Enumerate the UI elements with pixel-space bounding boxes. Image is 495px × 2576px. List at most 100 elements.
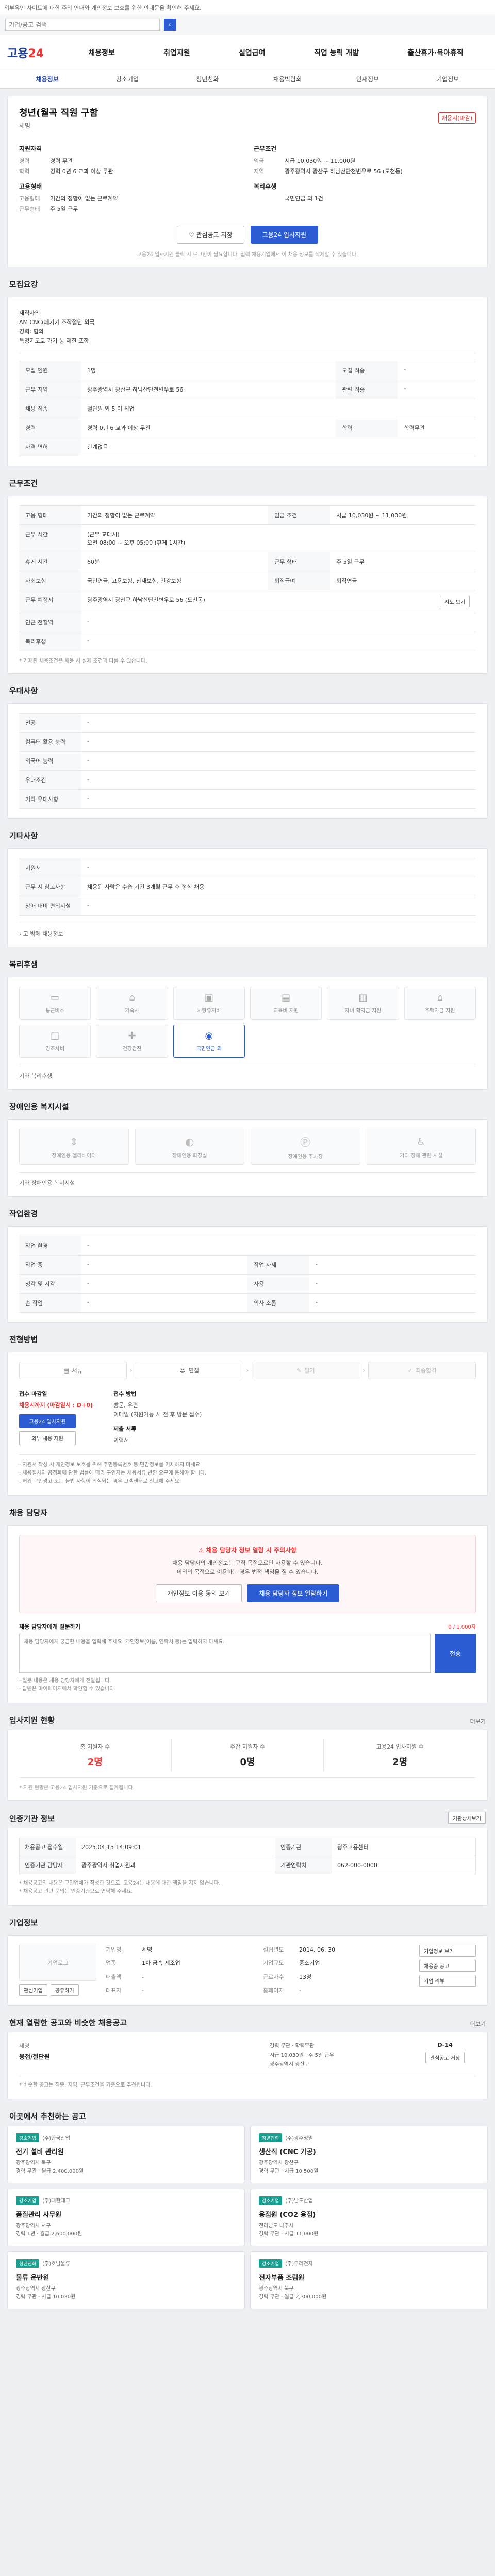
apply-external-button[interactable]: 외부 채용 지원 (19, 1431, 76, 1445)
table-key: 인증기관 (275, 1838, 332, 1856)
stat-weekly: 주간 지원자 수 0명 (171, 1739, 324, 1771)
privacy-agree-button[interactable]: 개인정보 이용 동의 보기 (155, 1584, 242, 1602)
agency-card: 채용공고 접수일 2025.04.15 14:09:01 인증기관 광주고용센터 인증… (7, 1828, 488, 1906)
arrow-right-icon: › (129, 1367, 133, 1374)
bestwork-card[interactable]: 강소기업 (주)한국산업 전기 설비 관리원 광주광역시 북구 경력 무관 · 월급… (7, 2126, 245, 2183)
welfare-label: 기숙사 (125, 1008, 139, 1014)
site-logo[interactable]: 고용24 (7, 44, 64, 61)
kv-key: 매출액 (106, 1973, 122, 1980)
apply-notes: · 지원서 작성 시 개인정보 보호를 위해 주민등록번호 등 민감정보를 기재… (19, 1454, 476, 1486)
scrap-button[interactable]: ♡ 관심공고 저장 (177, 226, 244, 244)
note-item: · 허위 구인광고 또는 불법 사항이 의심되는 경우 고객센터로 신고해 주세… (19, 1479, 182, 1484)
gnb-item-benefits[interactable]: 실업급여 (239, 47, 266, 58)
bw-meta: 광주광역시 서구 (16, 2223, 51, 2229)
notice-text: 외부유인 사이트에 대한 주의 안내와 개인정보 보호를 위한 안내문을 확인해… (4, 5, 202, 11)
summary-left: 지원자격 경력 경력 무관 학력 경력 0년 6 교과 이상 무관 고용형태 고용형… (19, 139, 241, 214)
summary-right: 근무조건 임금 시급 10,030원 ~ 11,000원 지역 광주광역시 광산구 … (254, 139, 476, 214)
section-title-workplace: 작업환경 (9, 1209, 38, 1218)
similar-company: 세명 (19, 2043, 30, 2049)
subnav-item-youth[interactable]: 청년친화 (168, 75, 248, 83)
subnav-item-jobs[interactable]: 채용정보 (7, 75, 87, 83)
gnb-item-leave[interactable]: 출산휴가·육아휴직 (407, 47, 463, 58)
etc-link[interactable]: › 고 밖에 채용정보 (19, 923, 476, 938)
apply-detail: 접수 마감일 채용시까지 (마감일시 : D+0) 고용24 입사지원 외부 채… (19, 1389, 476, 1445)
parking-icon: Ⓟ (300, 1136, 311, 1148)
apply-online-button[interactable]: 고용24 입사지원 (19, 1414, 76, 1428)
bw-meta: 광주광역시 광산구 (259, 2160, 299, 2166)
bestwork-card[interactable]: 청년친화 (주)광주정밀 생산직 (CNC 가공) 광주광역시 광산구 경력 무관 … (250, 2126, 488, 2183)
summary-heading-conditions: 근무조건 (254, 145, 277, 152)
subnav-item-company[interactable]: 기업정보 (408, 75, 488, 83)
table-value: 절단원 외 5 이 직업 (81, 399, 476, 418)
bestwork-card[interactable]: 청년친화 (주)호남물류 물류 운반원 광주광역시 광산구 경력 무관 · 시급 1… (7, 2251, 245, 2309)
facility-label: 장애인용 화장실 (172, 1153, 207, 1159)
subnav-item-fair[interactable]: 채용박람회 (248, 75, 327, 83)
bestwork-card[interactable]: 강소기업 (주)우리전자 전자부품 조립원 광주광역시 북구 경력 무관 · 월급 … (250, 2251, 488, 2309)
kv-key: 근로자수 (263, 1973, 284, 1980)
table-key: 인근 전철역 (19, 613, 81, 632)
subnav-item-talent[interactable]: 인재정보 (327, 75, 407, 83)
map-button[interactable]: 지도 보기 (440, 596, 470, 607)
table-row: 장애 대비 편의시설 - (19, 896, 476, 916)
table-value: - (81, 1274, 248, 1294)
agency-detail-button[interactable]: 기관상세보기 (448, 1812, 486, 1824)
job-title: 청년(월곡 직원 구함 (19, 108, 98, 118)
gnb-item-support[interactable]: 취업지원 (163, 47, 190, 58)
company-review-button[interactable]: 기업 리뷰 (419, 1975, 476, 1987)
school-icon: ▥ (358, 992, 368, 1003)
view-contact-button[interactable]: 채용 담당자 정보 열람하기 (247, 1584, 340, 1602)
search-button[interactable]: ⌕ (164, 18, 176, 31)
kv-key: 대표자 (106, 1987, 122, 1994)
section-title-apply: 전형방법 (9, 1335, 38, 1344)
bestwork-card[interactable]: 강소기업 (주)대한테크 품질관리 사무원 광주광역시 서구 경력 1년 · 월급 … (7, 2189, 245, 2246)
bw-org: (주)광주정밀 (285, 2136, 313, 2141)
similar-scrap-button[interactable]: 관심공고 저장 (425, 2052, 465, 2063)
note-item: · 답변은 마이페이지에서 확인할 수 있습니다. (19, 1686, 116, 1692)
pension-icon: ◉ (205, 1030, 213, 1041)
contact-alert-text: 채용 담당자 정보 열람 시 주의사항 (206, 1547, 297, 1554)
summary-heading-employment: 고용형태 (19, 183, 42, 190)
search-input[interactable] (5, 18, 160, 31)
kv-value: 시급 10,030원 ~ 11,000원 (285, 158, 356, 164)
similar-job[interactable]: 세명 용접/절단원 (19, 2042, 259, 2070)
workplace-card: 작업 환경 - 작업 중 - 작업 자세 - 청각 및 시각 - 사용 - 손 작업 - 의사 소… (7, 1226, 488, 1323)
company-name: 세명 (19, 122, 31, 129)
welfare-item: ✚ 건강검진 (96, 1025, 168, 1058)
pencil-icon: ✎ (296, 1367, 302, 1374)
follow-company-button[interactable]: 관심기업 (19, 1984, 47, 1996)
similar-more-link[interactable]: 더보기 (470, 2020, 486, 2028)
inquiry-textarea[interactable] (19, 1634, 431, 1673)
facility-label: 장애인용 엘리베이터 (52, 1153, 96, 1159)
gnb-item-jobs[interactable]: 채용정보 (88, 47, 115, 58)
company-jobs-button[interactable]: 채용중 공고 (419, 1960, 476, 1972)
disabled-card: ⇕ 장애인용 엘리베이터 ◐ 장애인용 화장실 Ⓟ 장애인용 주차장 ♿ 기타 장애 관… (7, 1119, 488, 1197)
bw-title: 품질관리 사무원 (16, 2211, 62, 2219)
section-title-preferences: 우대사항 (9, 686, 38, 696)
table-key: 전공 (19, 713, 81, 733)
kv-value: - (299, 1987, 301, 1994)
kv-value: 광주광역시 광산구 하남산단천변우로 56 (도천동) (285, 168, 403, 175)
stats-more-link[interactable]: 더보기 (470, 1717, 486, 1725)
stat-total: 총 지원자 수 2명 (19, 1739, 171, 1771)
table-row: 채용공고 접수일 2025.04.15 14:09:01 인증기관 광주고용센터 (19, 1838, 476, 1856)
kv-value: 1차 금속 제조업 (142, 1960, 180, 1967)
share-button[interactable]: 공유하기 (50, 1984, 79, 1996)
table-key: 모집 인원 (19, 361, 81, 380)
apply-button[interactable]: 고용24 입사지원 (250, 226, 318, 244)
table-key: 의사 소통 (248, 1293, 309, 1313)
table-value: 기간의 정함이 없는 근로계약 (81, 505, 269, 525)
kv-value: 2014. 06. 30 (299, 1946, 335, 1953)
inquiry-submit-button[interactable]: 전송 (435, 1634, 476, 1673)
logo-main: 고용 (7, 47, 28, 60)
subnav-item-small-giants[interactable]: 강소기업 (87, 75, 167, 83)
table-value: 광주광역시 광산구 하남산단천변우로 56 (81, 380, 336, 399)
similar-title: 용접/절단원 (19, 2053, 50, 2060)
table-row: 전공 - (19, 713, 476, 733)
gift-icon: ◫ (51, 1030, 60, 1041)
bestwork-card[interactable]: 강소기업 (주)남도산업 용접원 (CO2 용접) 전라남도 나주시 경력 무관 ·… (250, 2189, 488, 2246)
company-info-button[interactable]: 기업정보 보기 (419, 1945, 476, 1957)
gnb-item-training[interactable]: 직업 능력 개발 (314, 47, 359, 58)
kv-key: 근무형태 (19, 206, 40, 212)
table-key: 사회보험 (19, 571, 81, 590)
step-documents: ▤ 서류 (19, 1362, 127, 1379)
